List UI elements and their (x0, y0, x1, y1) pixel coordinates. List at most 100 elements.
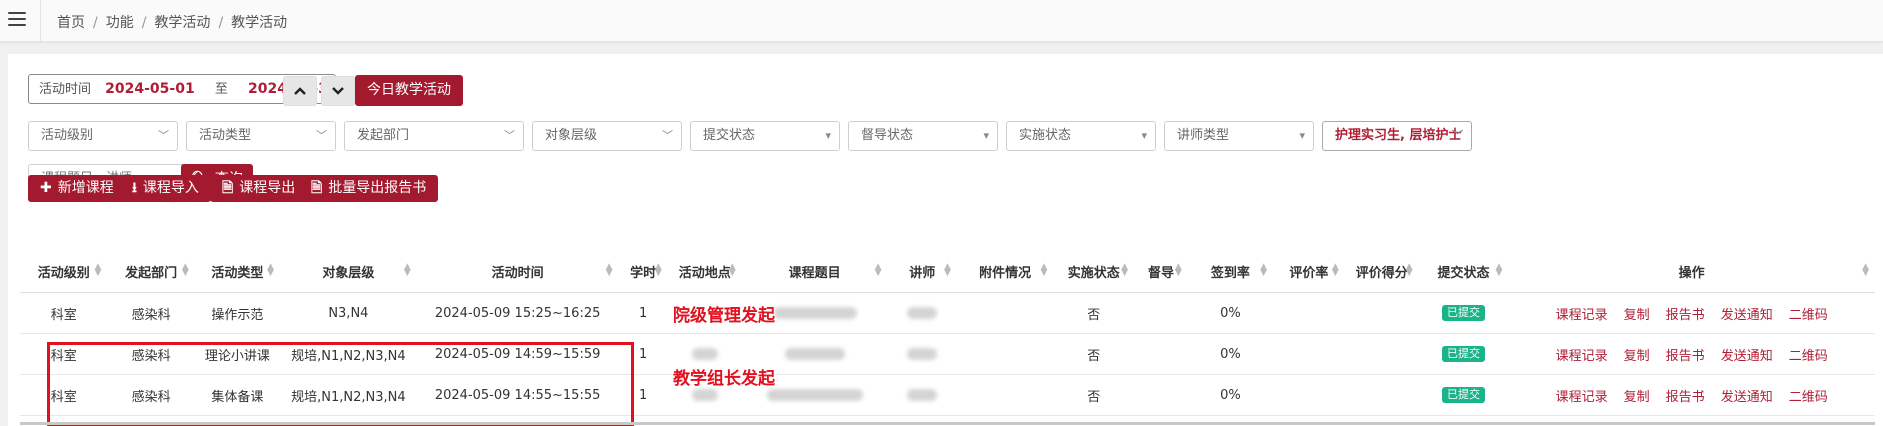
col-header[interactable]: 活动时间 ▲ ▼ (416, 250, 619, 293)
status-badge: 已提交 (1442, 346, 1486, 362)
cell-attachment (956, 374, 1054, 416)
sort-icon: ▲ ▼ (654, 262, 662, 278)
cell-lecturer-redacted (887, 292, 957, 334)
cell-supervision (1134, 374, 1188, 416)
report-link[interactable]: 报告书 (1666, 308, 1705, 323)
cell-impl: 否 (1053, 292, 1135, 334)
cell-target: N3,N4 (280, 292, 417, 334)
col-header[interactable]: 活动地点 ▲ ▼ (667, 250, 742, 293)
next-month-button[interactable] (321, 76, 355, 106)
cell-lecturer-redacted (887, 374, 957, 416)
filter-submit-status[interactable]: 提交状态 ▾ (690, 121, 840, 151)
col-header[interactable]: 评价率 ▲ ▼ (1273, 250, 1345, 293)
breadcrumb-item-home[interactable]: 首页 (57, 15, 85, 31)
cell-eval-score (1344, 292, 1419, 334)
export-course-button[interactable]: 🗎 课程导出 (210, 175, 308, 202)
filter-implementation-status[interactable]: 实施状态 ▾ (1006, 121, 1156, 151)
filter-trainee-type[interactable]: 护理实习生, 层培护士 ﹀ (1322, 121, 1472, 151)
chevron-down-icon: ﹀ (158, 129, 169, 142)
filter-target-level[interactable]: 对象层级 ﹀ (532, 121, 682, 151)
col-header-label: 对象层级 (322, 265, 375, 281)
col-header[interactable]: 发起部门 ▲ ▼ (107, 250, 195, 293)
qrcode-link[interactable]: 二维码 (1789, 349, 1828, 364)
course-record-link[interactable]: 课程记录 (1556, 308, 1608, 323)
cell-ops: 课程记录 复制 报告书 发送通知 二维码 (1508, 333, 1875, 375)
table-row[interactable]: 科室 感染科 操作示范 N3,N4 2024-05-09 15:25~16:25… (20, 292, 1875, 334)
sort-icon: ▲ ▼ (1260, 262, 1268, 278)
report-link[interactable]: 报告书 (1666, 349, 1705, 364)
breadcrumb-item-teaching[interactable]: 教学活动 (154, 15, 210, 31)
col-header-label: 签到率 (1210, 265, 1250, 281)
col-header[interactable]: 评价得分 ▲ ▼ (1344, 250, 1419, 293)
col-header[interactable]: 活动类型 ▲ ▼ (194, 250, 281, 293)
batch-export-report-button[interactable]: 🗎 批量导出报告书 (299, 175, 439, 202)
qrcode-link[interactable]: 二维码 (1789, 390, 1828, 405)
col-header-label: 督导 (1147, 265, 1174, 281)
filter-label: 提交状态 (703, 128, 756, 143)
cell-eval-rate (1273, 374, 1345, 416)
copy-link[interactable]: 复制 (1624, 390, 1650, 405)
qrcode-link[interactable]: 二维码 (1789, 308, 1828, 323)
filter-supervision-status[interactable]: 督导状态 ▾ (848, 121, 998, 151)
sort-icon: ▲ ▼ (728, 262, 736, 278)
send-notice-link[interactable]: 发送通知 (1721, 349, 1773, 364)
copy-link[interactable]: 复制 (1624, 308, 1650, 323)
filter-department[interactable]: 发起部门 ﹀ (344, 121, 524, 151)
send-notice-link[interactable]: 发送通知 (1721, 308, 1773, 323)
col-header[interactable]: 活动级别 ▲ ▼ (20, 250, 108, 293)
caret-down-icon: ▾ (1299, 129, 1305, 142)
col-header[interactable]: 附件情况 ▲ ▼ (956, 250, 1054, 293)
col-header[interactable]: 学时 ▲ ▼ (618, 250, 668, 293)
cell-status: 已提交 (1418, 292, 1509, 334)
sort-icon: ▲ ▼ (94, 262, 102, 278)
filter-activity-type[interactable]: 活动类型 ﹀ (186, 121, 336, 151)
cell-sign: 0% (1187, 333, 1274, 375)
horizontal-scrollbar[interactable] (20, 422, 1875, 425)
col-header[interactable]: 实施状态 ▲ ▼ (1053, 250, 1135, 293)
col-header-label: 活动级别 (37, 265, 90, 281)
prev-month-button[interactable] (283, 76, 317, 106)
add-course-button[interactable]: ✚ 新增课程 (28, 175, 126, 202)
col-header[interactable]: 督导 ▲ ▼ (1134, 250, 1188, 293)
import-course-button[interactable]: ⭳ 课程导入 (120, 175, 211, 202)
import-course-label: 课程导入 (142, 180, 199, 196)
col-header[interactable]: 讲师 ▲ ▼ (887, 250, 957, 293)
copy-link[interactable]: 复制 (1624, 349, 1650, 364)
hamburger-menu-icon[interactable] (8, 12, 26, 28)
filter-label: 对象层级 (545, 128, 598, 143)
today-activities-button[interactable]: 今日教学活动 (355, 75, 463, 106)
cell-level: 科室 (20, 292, 108, 334)
breadcrumb-item-function[interactable]: 功能 (106, 15, 134, 31)
filter-activity-level[interactable]: 活动级别 ﹀ (28, 121, 178, 151)
col-header[interactable]: 课程题目 ▲ ▼ (741, 250, 888, 293)
col-header: 操作 ▲ ▼ (1508, 250, 1875, 293)
send-notice-link[interactable]: 发送通知 (1721, 390, 1773, 405)
cell-status: 已提交 (1418, 333, 1509, 375)
add-course-label: 新增课程 (57, 180, 114, 196)
cell-eval-rate (1273, 292, 1345, 334)
cell-sign: 0% (1187, 374, 1274, 416)
export-course-label: 课程导出 (239, 180, 296, 196)
course-record-link[interactable]: 课程记录 (1556, 349, 1608, 364)
date-start[interactable]: 2024-05-01 (105, 81, 195, 97)
col-header-label: 附件情况 (979, 265, 1032, 281)
status-badge: 已提交 (1442, 387, 1486, 403)
col-header[interactable]: 提交状态 ▲ ▼ (1418, 250, 1509, 293)
col-header-label: 操作 (1678, 265, 1705, 281)
col-header-label: 活动类型 (211, 265, 264, 281)
cell-supervision (1134, 292, 1188, 334)
sort-icon: ▲ ▼ (1040, 262, 1048, 278)
cell-ops: 课程记录 复制 报告书 发送通知 二维码 (1508, 292, 1875, 334)
file-export-icon: 🗎 (222, 180, 234, 196)
filter-label: 活动类型 (199, 128, 252, 143)
report-link[interactable]: 报告书 (1666, 390, 1705, 405)
filter-lecturer-type[interactable]: 讲师类型 ▾ (1164, 121, 1314, 151)
sort-icon: ▲ ▼ (267, 262, 275, 278)
breadcrumb: 首页 / 功能 / 教学活动 / 教学活动 (57, 15, 288, 31)
col-header[interactable]: 签到率 ▲ ▼ (1187, 250, 1274, 293)
sort-icon: ▲ ▼ (181, 262, 189, 278)
chevron-down-icon: ﹀ (1452, 129, 1463, 142)
course-record-link[interactable]: 课程记录 (1556, 390, 1608, 405)
col-header-label: 活动地点 (678, 265, 731, 281)
col-header[interactable]: 对象层级 ▲ ▼ (280, 250, 417, 293)
